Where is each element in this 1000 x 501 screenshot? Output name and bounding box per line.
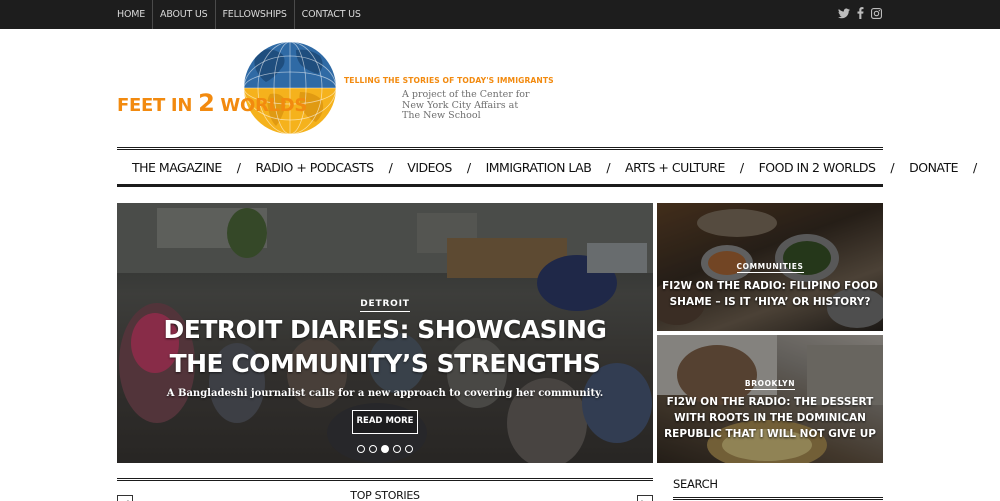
card-title[interactable]: FI2W ON THE RADIO: THE DESSERT WITH ROOT…: [661, 394, 879, 442]
card-category[interactable]: COMMUNITIES: [736, 262, 804, 273]
hero-category[interactable]: DETROIT: [360, 299, 410, 312]
hero-headline[interactable]: DETROIT DIARIES: SHOWCASING THE COMMUNIT…: [147, 313, 623, 381]
next-arrow-icon[interactable]: ▶: [637, 495, 653, 501]
nav-separator: /: [236, 159, 241, 175]
top-stories-heading: TOP STORIES: [350, 489, 420, 501]
nav-item-the-magazine[interactable]: THE MAGAZINE /: [132, 160, 255, 175]
top-nav-about-us[interactable]: ABOUT US: [153, 0, 216, 29]
slider-dot[interactable]: [405, 445, 413, 453]
top-nav-home[interactable]: HOME: [110, 0, 154, 29]
feature-card-dominican-dessert[interactable]: BROOKLYN FI2W ON THE RADIO: THE DESSERT …: [657, 335, 883, 463]
slider-dot[interactable]: [357, 445, 365, 453]
logo-subtitle: A project of the Center for New York Cit…: [402, 89, 530, 121]
facebook-icon[interactable]: [857, 6, 864, 24]
slider-dot-active[interactable]: [381, 445, 389, 453]
hero-slider[interactable]: DETROIT DETROIT DIARIES: SHOWCASING THE …: [117, 203, 653, 463]
top-stories-section: ◀ TOP STORIES ▶: [117, 478, 653, 501]
search-heading: SEARCH: [673, 477, 718, 491]
nav-separator: /: [466, 159, 471, 175]
main-nav: THE MAGAZINE / RADIO + PODCASTS / VIDEOS / …: [117, 147, 977, 187]
nav-item-donate[interactable]: DONATE /: [909, 160, 992, 175]
logo-tagline: TELLING THE STORIES OF TODAY'S IMMIGRANT…: [344, 76, 554, 85]
instagram-icon[interactable]: [871, 6, 882, 24]
nav-item-videos[interactable]: VIDEOS /: [407, 160, 485, 175]
search-widget: SEARCH: [673, 477, 883, 501]
nav-item-food-in-2-worlds[interactable]: FOOD IN 2 WORLDS /: [759, 160, 910, 175]
logo-title: FEET IN 2 WORLDS: [117, 89, 308, 117]
feature-card-filipino-food[interactable]: COMMUNITIES FI2W ON THE RADIO: FILIPINO …: [657, 203, 883, 331]
search-divider: [673, 497, 883, 501]
card-title[interactable]: FI2W ON THE RADIO: FILIPINO FOOD SHAME –…: [661, 278, 879, 310]
nav-separator: /: [739, 159, 744, 175]
top-nav: HOME ABOUT US FELLOWSHIPS CONTACT US: [110, 0, 368, 29]
hero-dek: A Bangladeshi journalist calls for a new…: [166, 388, 604, 399]
site-logo[interactable]: FEET IN 2 WORLDS TELLING THE STORIES OF …: [117, 42, 554, 138]
top-nav-contact-us[interactable]: CONTACT US: [295, 0, 368, 29]
top-utility-bar: HOME ABOUT US FELLOWSHIPS CONTACT US: [0, 0, 1000, 29]
top-nav-fellowships[interactable]: FELLOWSHIPS: [216, 0, 295, 29]
globe-logo-icon: [244, 42, 336, 134]
social-links: [838, 0, 882, 29]
nav-separator: /: [890, 159, 895, 175]
nav-separator: /: [973, 159, 977, 175]
nav-separator: /: [388, 159, 393, 175]
nav-separator: /: [606, 159, 611, 175]
nav-item-arts-culture[interactable]: ARTS + CULTURE /: [625, 160, 759, 175]
nav-item-immigration-lab[interactable]: IMMIGRATION LAB /: [486, 160, 625, 175]
slider-dots: [117, 445, 653, 453]
twitter-icon[interactable]: [838, 6, 850, 24]
nav-item-radio-podcasts[interactable]: RADIO + PODCASTS /: [255, 160, 407, 175]
slider-dot[interactable]: [369, 445, 377, 453]
read-more-button[interactable]: READ MORE: [352, 410, 418, 434]
slider-dot[interactable]: [393, 445, 401, 453]
card-category[interactable]: BROOKLYN: [744, 379, 796, 390]
